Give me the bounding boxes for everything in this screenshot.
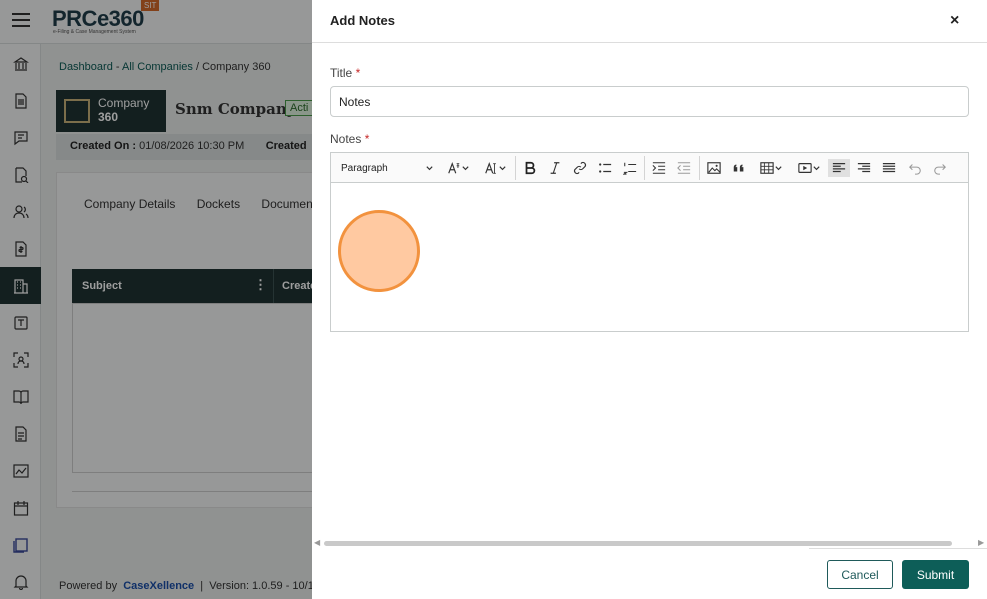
table-button[interactable] bbox=[755, 159, 787, 177]
submit-button[interactable]: Submit bbox=[902, 560, 969, 589]
undo-icon[interactable] bbox=[906, 159, 924, 177]
chevron-down-icon bbox=[774, 165, 782, 170]
bold-icon[interactable] bbox=[521, 159, 539, 177]
drawer-title: Add Notes bbox=[330, 13, 395, 28]
toolbar-divider bbox=[515, 156, 516, 180]
rich-text-editor: Paragraph bbox=[330, 152, 969, 332]
title-label: Title * bbox=[330, 66, 360, 80]
font-size-button[interactable] bbox=[443, 159, 473, 177]
indent-icon[interactable] bbox=[650, 159, 668, 177]
bulleted-list-icon[interactable] bbox=[596, 159, 614, 177]
paragraph-select[interactable]: Paragraph bbox=[335, 159, 435, 177]
required-mark: * bbox=[355, 66, 361, 80]
close-icon[interactable]: × bbox=[950, 12, 959, 30]
align-right-icon[interactable] bbox=[855, 159, 873, 177]
notes-label: Notes * bbox=[330, 132, 369, 146]
horizontal-scrollbar[interactable]: ◀ ▶ bbox=[312, 538, 987, 548]
image-icon[interactable] bbox=[705, 159, 723, 177]
scrollbar-thumb[interactable] bbox=[324, 541, 952, 546]
chevron-down-icon bbox=[461, 165, 469, 170]
paragraph-select-value: Paragraph bbox=[341, 162, 388, 174]
table-icon bbox=[759, 162, 774, 174]
media-embed-icon bbox=[797, 163, 812, 173]
chevron-down-icon bbox=[426, 165, 433, 170]
outdent-icon[interactable] bbox=[675, 159, 693, 177]
chevron-down-icon bbox=[812, 165, 820, 170]
toolbar-divider bbox=[699, 156, 700, 180]
blockquote-icon[interactable] bbox=[730, 159, 748, 177]
editor-toolbar: Paragraph bbox=[331, 153, 968, 183]
drawer-header: Add Notes × bbox=[312, 0, 987, 43]
media-embed-button[interactable] bbox=[793, 159, 825, 177]
align-justify-icon[interactable] bbox=[880, 159, 898, 177]
scroll-left-icon[interactable]: ◀ bbox=[314, 538, 320, 547]
add-notes-drawer: Add Notes × Title * Notes * Paragraph bbox=[312, 0, 987, 599]
required-mark: * bbox=[364, 132, 370, 146]
chevron-down-icon bbox=[498, 165, 506, 170]
touch-indicator bbox=[338, 210, 420, 292]
scroll-right-icon[interactable]: ▶ bbox=[978, 538, 984, 547]
toolbar-divider bbox=[644, 156, 645, 180]
cancel-button[interactable]: Cancel bbox=[827, 560, 893, 589]
footer-divider bbox=[809, 548, 987, 549]
numbered-list-icon[interactable] bbox=[621, 159, 639, 177]
italic-icon[interactable] bbox=[546, 159, 564, 177]
notes-editor-area[interactable] bbox=[331, 183, 968, 331]
font-size-icon bbox=[447, 161, 459, 174]
title-input[interactable] bbox=[330, 86, 969, 117]
redo-icon[interactable] bbox=[931, 159, 949, 177]
link-icon[interactable] bbox=[571, 159, 589, 177]
title-label-text: Title bbox=[330, 66, 353, 80]
notes-label-text: Notes bbox=[330, 132, 362, 146]
font-family-button[interactable] bbox=[480, 159, 510, 177]
font-family-icon bbox=[484, 161, 496, 174]
align-left-icon[interactable] bbox=[828, 159, 850, 177]
